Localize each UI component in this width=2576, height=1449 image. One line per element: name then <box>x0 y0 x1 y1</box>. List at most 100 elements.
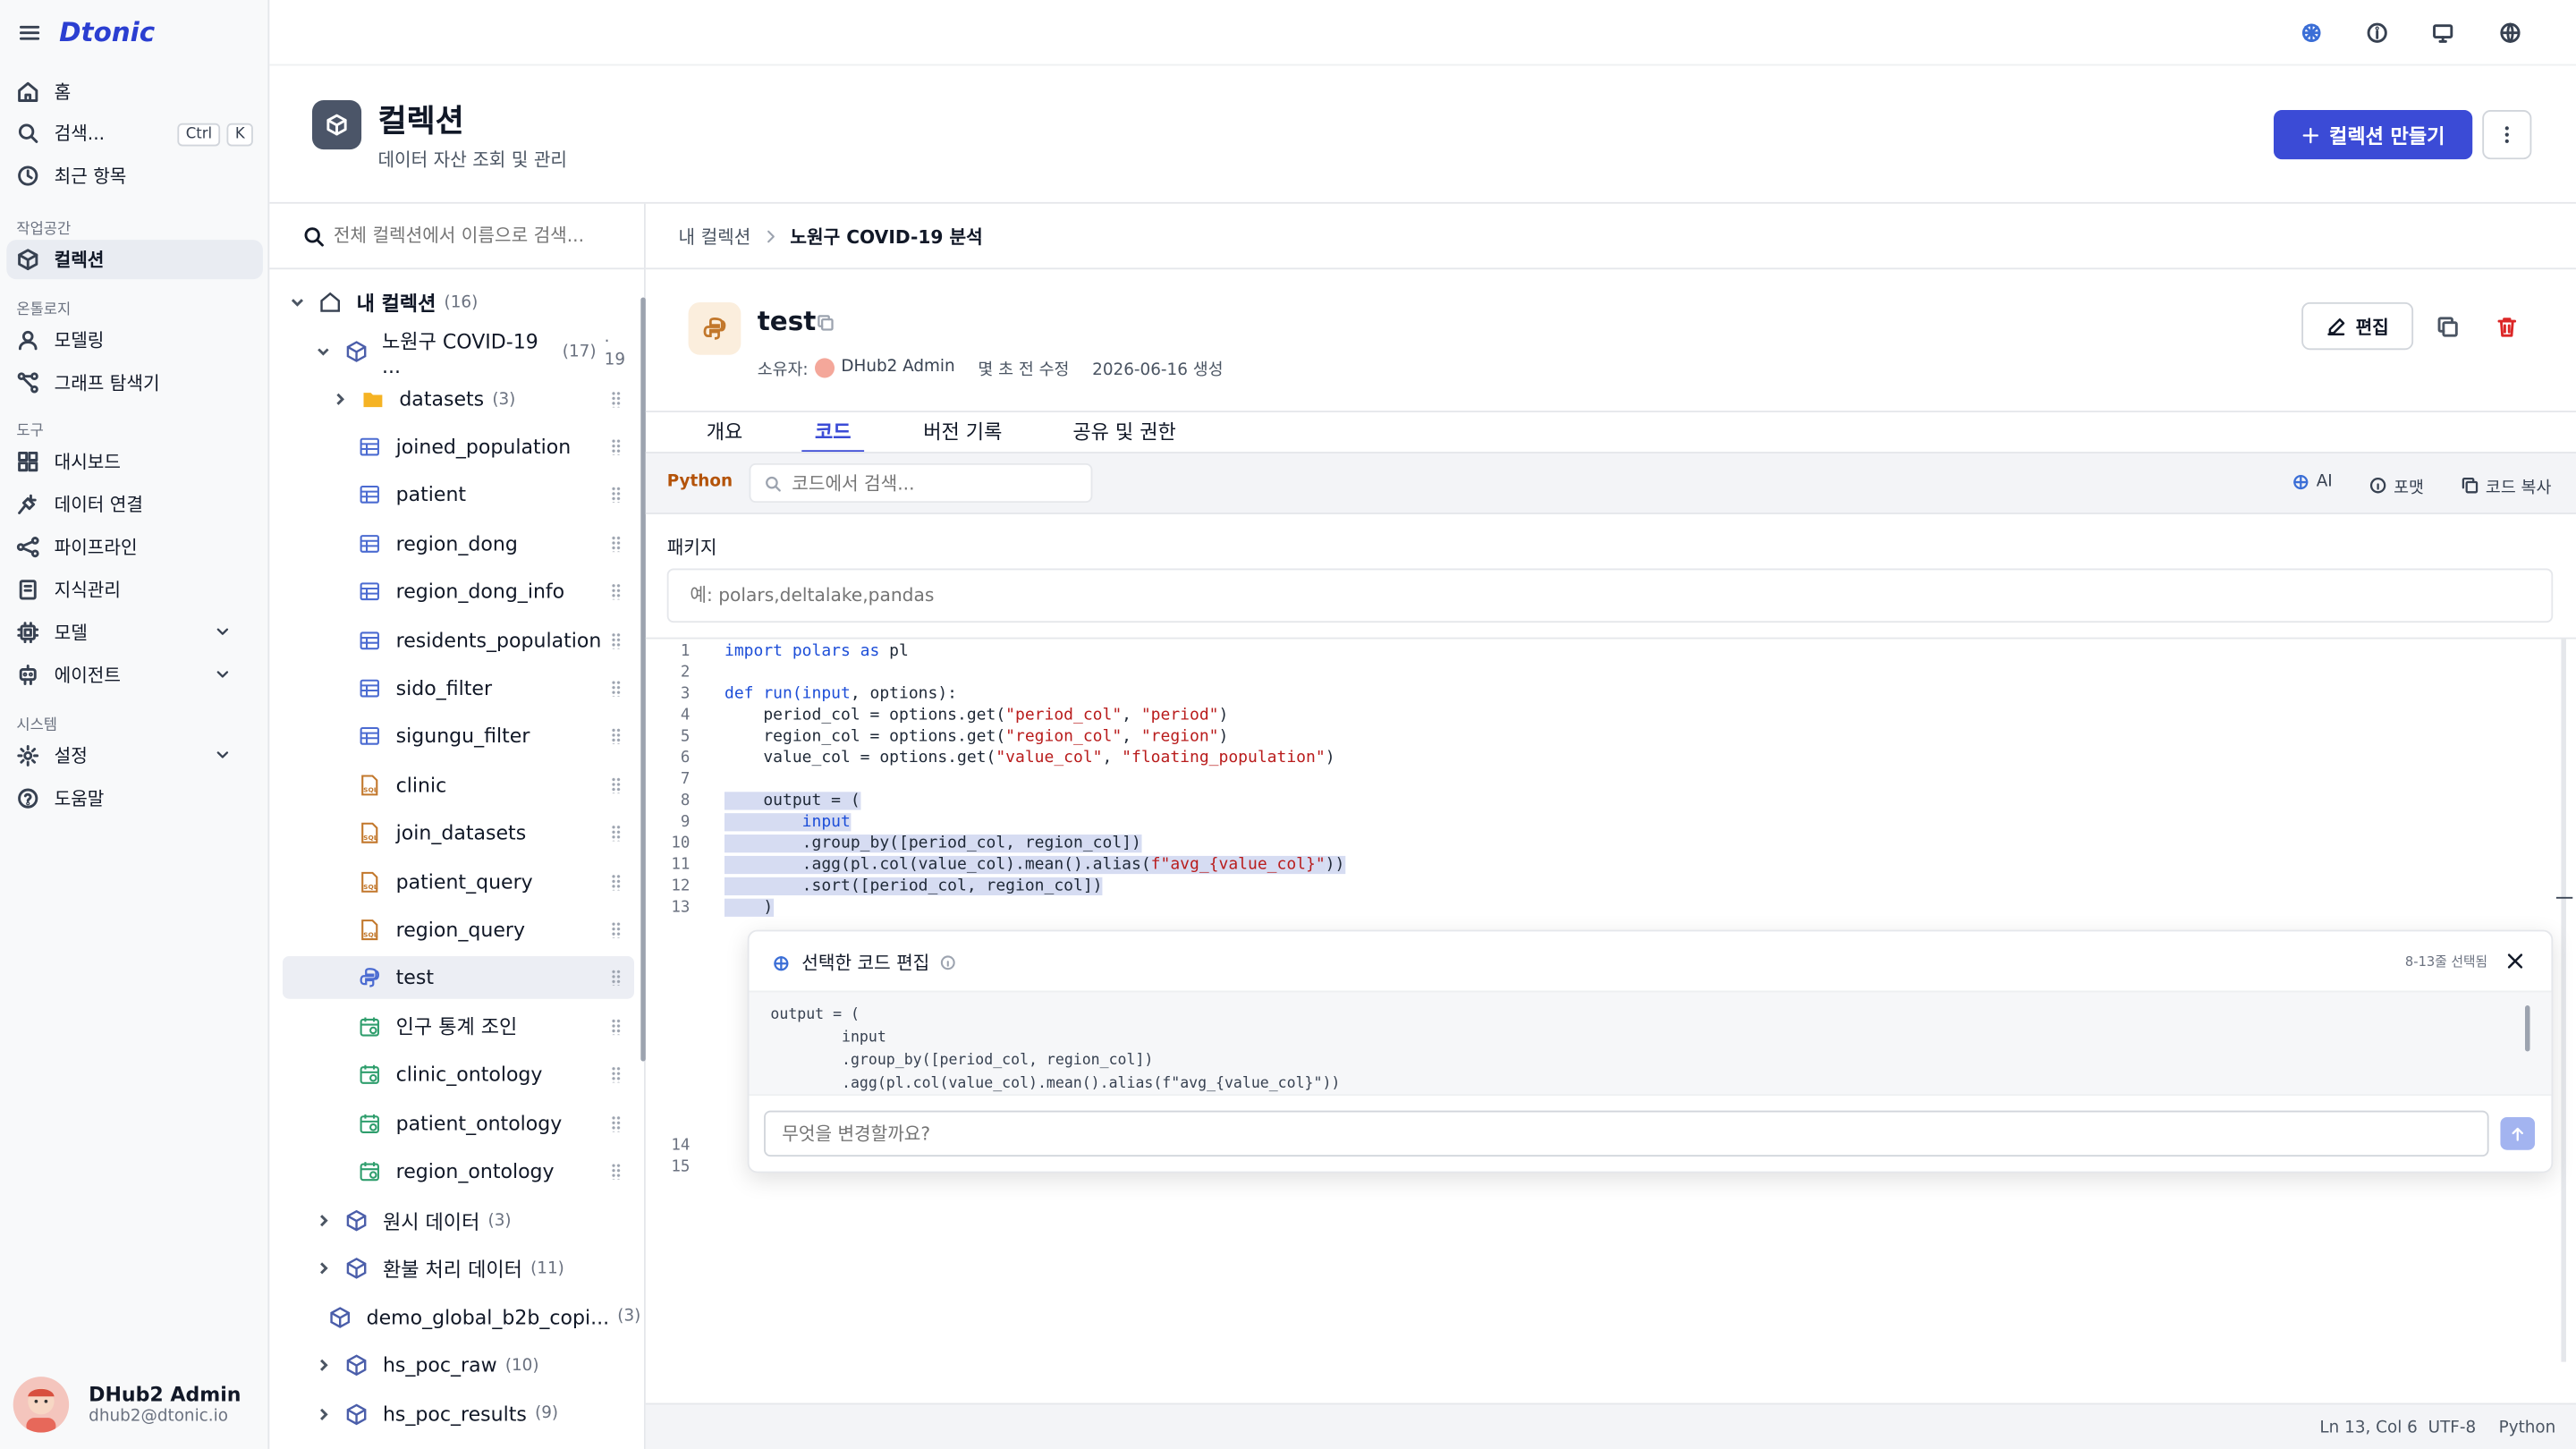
menu-icon[interactable] <box>18 21 41 45</box>
change-request-field[interactable] <box>764 1110 2489 1157</box>
nav-agent[interactable]: 에이전트 <box>6 656 263 695</box>
tree-item-joined_population[interactable]: joined_population <box>283 426 634 469</box>
nav-model[interactable]: 모델 <box>6 613 263 652</box>
duplicate-icon[interactable] <box>2436 316 2460 339</box>
tab-version-history[interactable]: 버전 기록 <box>923 418 1002 453</box>
tree-item-residents_population[interactable]: residents_population <box>283 619 634 662</box>
tree-item-region_query[interactable]: SQL region_query <box>283 909 634 952</box>
chevron-right-icon[interactable] <box>316 1405 332 1421</box>
tree-item-join_datasets[interactable]: SQL join_datasets <box>283 812 634 855</box>
tree-item-patient_ontology[interactable]: patient_ontology <box>283 1102 634 1145</box>
tab-sharing[interactable]: 공유 및 권한 <box>1072 418 1175 453</box>
tree-item-patient[interactable]: patient <box>283 474 634 517</box>
chevron-right-icon[interactable] <box>316 1357 332 1373</box>
trash-icon[interactable] <box>2496 316 2519 339</box>
tree-search[interactable] <box>269 204 644 270</box>
tree-collection-1[interactable]: 환불 처리 데이터 (11) <box>283 1248 634 1291</box>
info-icon[interactable] <box>2366 21 2389 45</box>
tree-search-input[interactable] <box>333 225 630 247</box>
drag-handle[interactable] <box>611 970 622 987</box>
more-options-button[interactable] <box>2482 110 2532 160</box>
nav-collection[interactable]: 컬렉션 <box>6 240 263 280</box>
chevron-right-icon[interactable] <box>316 1212 332 1228</box>
packages-field[interactable] <box>666 568 2554 623</box>
tree-collection-4[interactable]: hs_poc_results (9) <box>283 1393 634 1436</box>
chevron-down-icon[interactable] <box>214 665 232 683</box>
create-collection-button[interactable]: 컬렉션 만들기 <box>2273 110 2473 160</box>
tree-item-patient_query[interactable]: SQL patient_query <box>283 860 634 903</box>
chevron-down-icon[interactable] <box>214 746 232 764</box>
chevron-down-icon[interactable] <box>214 623 232 640</box>
drag-handle[interactable] <box>611 487 622 504</box>
ai-button[interactable]: AI <box>2292 473 2333 491</box>
nav-pipeline[interactable]: 파이프라인 <box>6 528 263 567</box>
chevron-down-icon[interactable] <box>289 294 305 310</box>
send-button[interactable] <box>2500 1116 2536 1150</box>
line-number: 14 <box>671 1136 691 1156</box>
nav-modeling[interactable]: 모델링 <box>6 320 263 360</box>
nav-search[interactable]: 검색... Ctrl K <box>6 114 263 153</box>
packages-input[interactable] <box>690 584 2497 606</box>
close-icon[interactable] <box>2505 951 2525 970</box>
tree-collection-nowon-covid[interactable]: 노원구 COVID-19 ... (17) · 19 <box>283 329 634 377</box>
nav-recent[interactable]: 최근 항목 <box>6 156 263 195</box>
users-icon <box>18 330 38 351</box>
change-request-input[interactable] <box>782 1123 2425 1145</box>
tab-code[interactable]: 코드 <box>801 418 865 453</box>
globe-icon[interactable] <box>2499 21 2522 45</box>
code-search-input[interactable] <box>792 472 1072 494</box>
drag-handle[interactable] <box>611 921 622 938</box>
tree-root-my-collections[interactable]: 내 컬렉션 (16) <box>283 281 634 324</box>
ai-assistant-icon[interactable] <box>2300 21 2323 45</box>
tree-collection-3[interactable]: hs_poc_raw (10) <box>283 1344 634 1387</box>
preview-scrollbar[interactable] <box>2525 1005 2530 1052</box>
editor-scrollbar[interactable] <box>2561 639 2566 1362</box>
tree-folder-datasets[interactable]: datasets (3) <box>283 377 634 420</box>
monitor-icon[interactable] <box>2431 21 2454 45</box>
edit-button[interactable]: 편집 <box>2301 301 2414 351</box>
chevron-right-icon[interactable] <box>332 391 348 407</box>
avatar[interactable] <box>13 1377 70 1433</box>
drag-handle[interactable] <box>611 1114 622 1131</box>
drag-handle[interactable] <box>611 535 622 552</box>
tree-collection-0[interactable]: 원시 데이터 (3) <box>283 1199 634 1242</box>
chevron-right-icon[interactable] <box>316 1260 332 1276</box>
tree-item-인구-통계-조인[interactable]: 인구 통계 조인 <box>283 1005 634 1048</box>
copy-icon[interactable] <box>817 314 835 332</box>
nav-knowledge[interactable]: 지식관리 <box>6 570 263 609</box>
drag-handle[interactable] <box>611 680 622 697</box>
tree-item-test[interactable]: test <box>282 956 634 1000</box>
tree-item-sido_filter[interactable]: sido_filter <box>283 667 634 710</box>
tree-item-region_dong[interactable]: region_dong <box>283 522 634 565</box>
nav-settings[interactable]: 설정 <box>6 736 263 775</box>
tree-item-clinic_ontology[interactable]: clinic_ontology <box>283 1054 634 1097</box>
drag-handle[interactable] <box>611 776 622 793</box>
tree-item-sigungu_filter[interactable]: sigungu_filter <box>283 716 634 758</box>
info-icon[interactable] <box>939 954 955 970</box>
nav-graph-explorer[interactable]: 그래프 탐색기 <box>6 363 263 402</box>
tree-item-region_ontology[interactable]: region_ontology <box>283 1150 634 1193</box>
nav-home[interactable]: 홈 <box>6 72 263 112</box>
tree-collection-2[interactable]: demo_global_b2b_copi... (3) <box>283 1296 640 1339</box>
copy-code-button[interactable]: 코드 복사 <box>2461 473 2551 498</box>
tree-item-region_dong_info[interactable]: region_dong_info <box>283 571 634 614</box>
drag-handle[interactable] <box>611 438 622 455</box>
drag-handle[interactable] <box>611 1018 622 1035</box>
breadcrumb-parent[interactable]: 내 컬렉션 <box>679 223 751 249</box>
tab-overview[interactable]: 개요 <box>707 418 743 453</box>
drag-handle[interactable] <box>611 583 622 600</box>
format-button[interactable]: 포맷 <box>2369 473 2424 498</box>
drag-handle[interactable] <box>611 391 622 408</box>
chevron-down-icon[interactable] <box>316 343 331 360</box>
drag-handle[interactable] <box>611 631 622 648</box>
code-search-box[interactable] <box>749 462 1093 504</box>
nav-help[interactable]: 도움말 <box>6 779 263 818</box>
drag-handle[interactable] <box>611 1163 622 1180</box>
nav-data-connection[interactable]: 데이터 연결 <box>6 485 263 524</box>
nav-dashboard[interactable]: 대시보드 <box>6 442 263 481</box>
drag-handle[interactable] <box>611 1066 622 1083</box>
drag-handle[interactable] <box>611 873 622 890</box>
tree-item-clinic[interactable]: SQL clinic <box>283 764 634 807</box>
drag-handle[interactable] <box>611 825 622 842</box>
drag-handle[interactable] <box>611 728 622 745</box>
